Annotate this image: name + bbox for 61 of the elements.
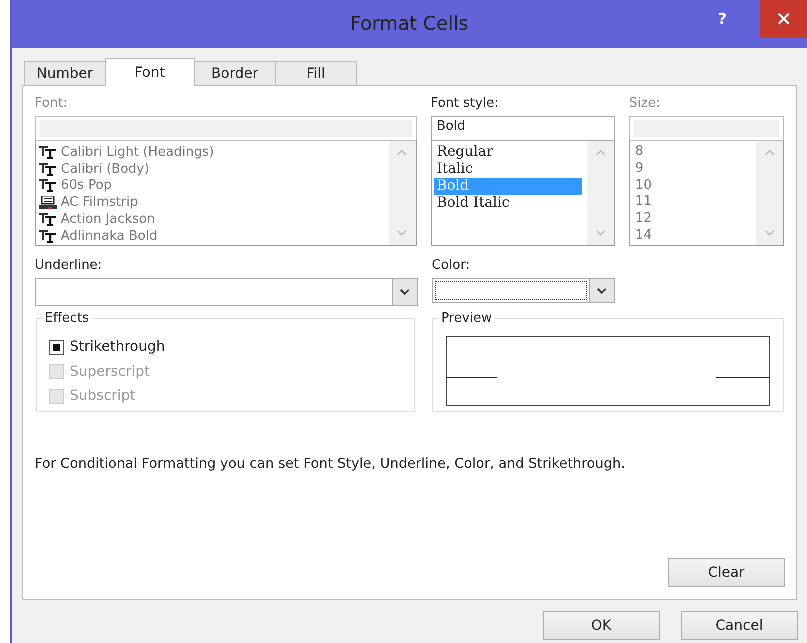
- field-label: Size:: [629, 96, 662, 112]
- checkbox-label: Strikethrough: [70, 339, 166, 356]
- font-list-item[interactable]: Calibri (Body): [61, 162, 150, 177]
- font-list-item[interactable]: AC Filmstrip: [61, 195, 138, 210]
- field-label: Color:: [432, 258, 472, 274]
- truetype-font-icon: [38, 213, 58, 226]
- size-item[interactable]: 10: [632, 178, 754, 194]
- printer-font-icon: [38, 196, 58, 210]
- font-list-item[interactable]: Calibri Light (Headings): [61, 144, 214, 160]
- scroll-down-icon[interactable]: [396, 229, 408, 237]
- scrollbar[interactable]: [587, 141, 614, 245]
- font-style-item[interactable]: Bold Italic: [434, 195, 582, 212]
- window-title: Format Cells: [350, 13, 469, 35]
- scroll-up-icon[interactable]: [396, 149, 408, 157]
- clear-button[interactable]: Clear: [668, 558, 785, 587]
- font-list-item[interactable]: Action Jackson: [61, 212, 156, 228]
- chevron-down-icon: [399, 288, 411, 296]
- size-item[interactable]: 12: [632, 211, 754, 228]
- truetype-font-icon: [38, 162, 58, 176]
- scroll-down-icon[interactable]: [764, 229, 776, 237]
- scroll-up-icon[interactable]: [764, 149, 776, 157]
- size-item[interactable]: 14: [632, 228, 754, 245]
- checkbox-label: Subscript: [70, 388, 136, 404]
- scrollbar[interactable]: [756, 141, 783, 245]
- font-input-field[interactable]: [35, 116, 417, 141]
- font-list-item[interactable]: Adlinnaka Bold: [61, 228, 158, 244]
- size-item[interactable]: 8: [632, 144, 754, 161]
- field-label: Underline:: [35, 258, 104, 274]
- close-button[interactable]: [760, 0, 807, 38]
- note-text: For Conditional Formatting you can set Font Style, Underline, Color, and Strikethrough.: [35, 456, 626, 472]
- size-item[interactable]: 11: [632, 194, 754, 212]
- baseline-mark: [447, 377, 498, 378]
- font-style-item[interactable]: Italic: [434, 161, 582, 178]
- field-label: Font:: [35, 96, 69, 112]
- tab[interactable]: Border: [194, 61, 276, 85]
- chevron-down-icon: [596, 286, 608, 294]
- underline-dropdown[interactable]: [35, 278, 418, 306]
- size-input-field[interactable]: [629, 116, 784, 141]
- font-style-item[interactable]: Bold: [434, 178, 582, 195]
- scrollbar[interactable]: [388, 141, 416, 245]
- font-style-item[interactable]: Regular: [434, 144, 582, 161]
- tab[interactable]: Font: [105, 58, 195, 86]
- truetype-font-icon: [38, 146, 58, 159]
- ok-button[interactable]: OK: [543, 611, 660, 640]
- field-label: Font style:: [430, 96, 500, 112]
- cancel-button[interactable]: Cancel: [681, 611, 798, 640]
- tab[interactable]: Number: [24, 61, 106, 85]
- font-style-input-field[interactable]: Bold: [430, 116, 616, 141]
- tab[interactable]: Fill: [275, 61, 357, 85]
- truetype-font-icon: [38, 179, 58, 192]
- scroll-down-icon[interactable]: [594, 229, 607, 237]
- truetype-font-icon: [38, 230, 58, 243]
- help-button[interactable]: ?: [718, 10, 727, 28]
- checkbox-label: Superscript: [70, 364, 150, 380]
- size-item[interactable]: 9: [632, 160, 754, 178]
- color-dropdown[interactable]: [432, 278, 615, 303]
- close-icon: [778, 13, 790, 25]
- font-list-item[interactable]: 60s Pop: [61, 178, 112, 194]
- scroll-up-icon[interactable]: [594, 149, 607, 157]
- baseline-mark: [716, 377, 769, 378]
- checkbox[interactable]: [49, 340, 64, 355]
